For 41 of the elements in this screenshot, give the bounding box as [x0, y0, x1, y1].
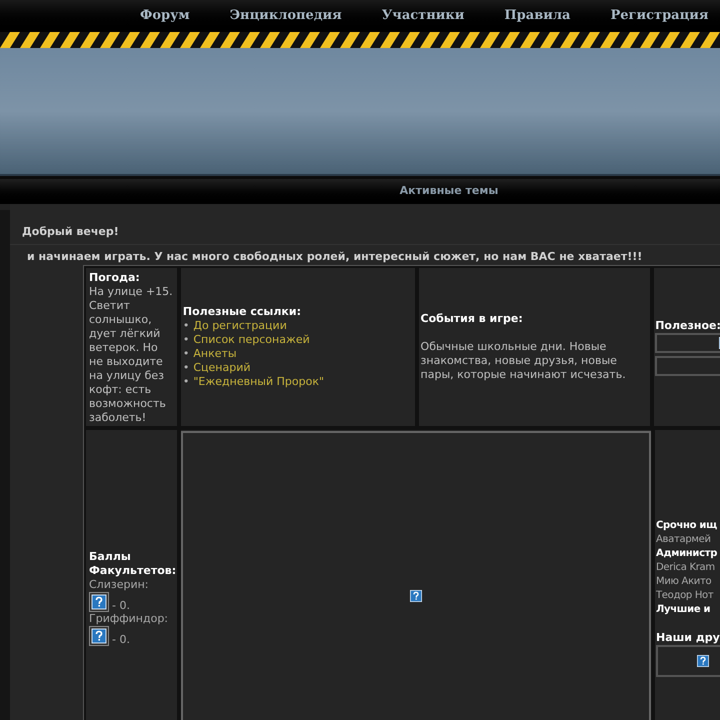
broken-image-icon	[89, 626, 109, 646]
sidebar-text: Мию Акито	[656, 575, 712, 589]
link[interactable]: До регистрации	[193, 319, 287, 333]
greeting-text: Добрый вечер!	[21, 224, 120, 240]
points-title: Баллы Факультетов:	[89, 550, 174, 578]
sidebar-heading: Администр	[656, 547, 718, 561]
house-score: - 0.	[112, 600, 130, 612]
bullet: •	[182, 347, 190, 361]
friends-title: Наши дру	[656, 631, 720, 645]
bullet: •	[182, 361, 190, 375]
sidebar-heading: Срочно ищ	[656, 519, 718, 533]
sidebar-text: Теодор Нот	[656, 589, 714, 603]
weather-title: Погода:	[89, 271, 141, 285]
house-name: Слизерин:	[89, 578, 150, 592]
events-text: Обычные школьные дни. Новые знакомства, новые друзья, новые пары, которые начинают исчезать.	[420, 340, 627, 382]
bullet: •	[182, 375, 190, 389]
nav-link[interactable]: Форум	[140, 6, 190, 26]
sidebar-text: Аватармей	[656, 533, 712, 547]
nav-link[interactable]: Участники	[382, 6, 464, 26]
link[interactable]: Список персонажей	[193, 333, 310, 347]
bullet: •	[182, 319, 190, 333]
announcement-text: и начинаем играть. У нас много свободных ролей, интересный сюжет, но нам ВАС не хватает!!!	[26, 249, 644, 265]
section-title: Активные темы	[400, 183, 498, 200]
nav-link[interactable]: Регистрация	[610, 6, 708, 26]
events-title: События в игре:	[420, 312, 524, 326]
sidebar-heading: Лучшие и	[656, 603, 712, 617]
broken-image-icon	[408, 588, 424, 604]
broken-image-icon	[695, 653, 711, 669]
house-name: Гриффиндор:	[89, 612, 170, 626]
sidebar-text: Derica Kram	[656, 561, 716, 575]
bullet: •	[182, 333, 190, 347]
link[interactable]: Анкеты	[193, 347, 237, 361]
house-score: - 0.	[112, 634, 130, 646]
nav-link[interactable]: Энциклопедия	[230, 6, 342, 26]
useful-title: Полезное:	[655, 318, 720, 332]
weather-text: На улице +15. Светит солнышко, дует лёгкий ветерок. Но не выходите на улицу без кофт: есть возможность заболеть!	[89, 285, 174, 425]
link[interactable]: "Ежедневный Пророк"	[193, 375, 324, 389]
nav-link[interactable]: Правила	[504, 6, 570, 26]
link[interactable]: Сценарий	[193, 361, 251, 375]
links-title: Полезные ссылки:	[182, 305, 302, 319]
broken-image-icon	[89, 592, 109, 612]
